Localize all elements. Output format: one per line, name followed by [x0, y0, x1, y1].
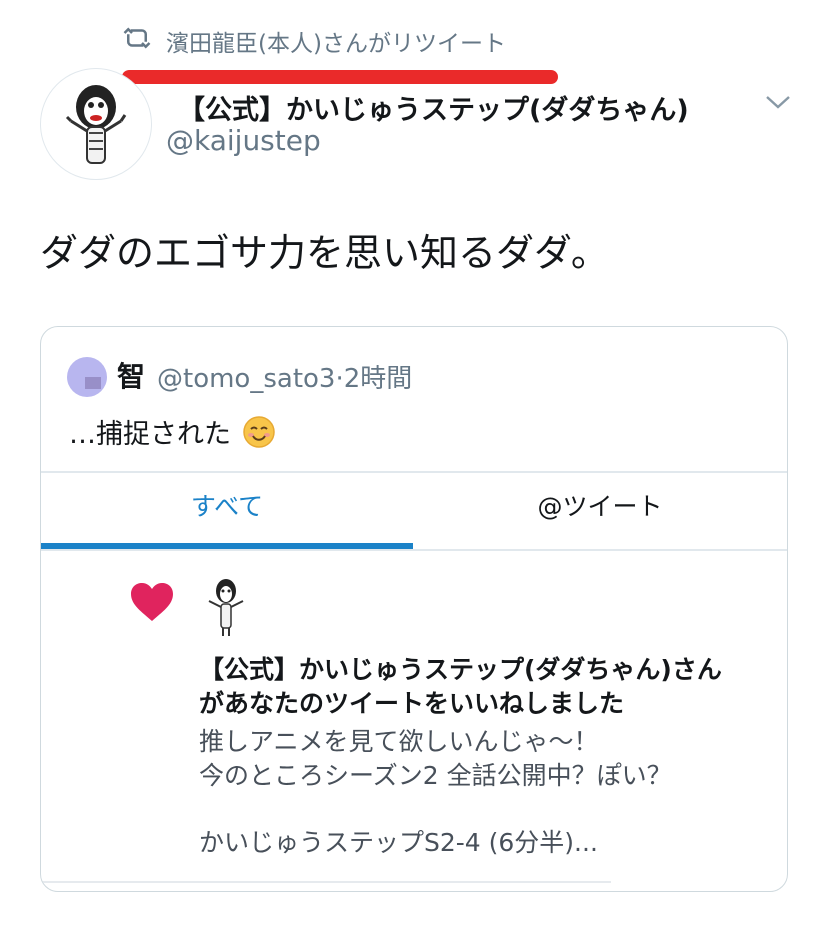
- notification-line1: 【公式】かいじゅうステップ(ダダちゃん)さん: [199, 655, 722, 684]
- heart-icon: [131, 583, 173, 621]
- quote-handle[interactable]: @tomo_sato3: [157, 364, 335, 394]
- quote-text: …捕捉された: [69, 412, 276, 451]
- quote-tweet-card[interactable]: 智 @tomo_sato3·2時間 …捕捉された すべて @ツイート 【公式】か…: [40, 326, 788, 892]
- notification-body: 推しアニメを見て欲しいんじゃ～！ 今のところシーズン2 全話公開中？ぽい？: [199, 727, 672, 790]
- notification-avatar[interactable]: [201, 577, 251, 639]
- retweet-context[interactable]: 濱田龍臣(本人)さんがリツイート: [122, 24, 506, 58]
- notification-text: 【公式】かいじゅうステップ(ダダちゃん)さん があなたのツイートをいいねしました: [199, 653, 779, 721]
- author-handle[interactable]: @kaijustep: [166, 124, 321, 157]
- red-annotation-line: [122, 70, 558, 84]
- tab-tweets[interactable]: @ツイート: [413, 487, 787, 523]
- author-avatar[interactable]: [40, 68, 152, 180]
- quote-author-name[interactable]: 智: [117, 355, 145, 395]
- author-name[interactable]: 【公式】かいじゅうステップ(ダダちゃん): [178, 88, 689, 127]
- retweet-text: 濱田龍臣(本人)さんがリツイート: [166, 31, 506, 57]
- notification-line2: があなたのツイートをいいねしました: [199, 689, 625, 718]
- quote-time: ·2時間: [335, 364, 413, 394]
- tab-divider: [41, 549, 787, 551]
- quote-author-avatar[interactable]: [67, 357, 107, 397]
- smiling-face-emoji: [242, 416, 275, 448]
- quote-text-content: …捕捉された: [69, 419, 231, 450]
- chevron-down-icon[interactable]: [764, 92, 792, 112]
- notification-title: かいじゅうステップS2-4 (6分半)...: [199, 828, 598, 857]
- tweet-text: ダダのエゴサ力を思い知るダダ。: [40, 231, 609, 275]
- dada-character-avatar: [65, 85, 127, 164]
- tab-all[interactable]: すべて: [41, 487, 413, 523]
- quote-meta: @tomo_sato3·2時間: [157, 358, 412, 395]
- embedded-divider: [41, 471, 787, 473]
- bottom-divider: [41, 881, 611, 883]
- retweet-icon: [122, 23, 152, 59]
